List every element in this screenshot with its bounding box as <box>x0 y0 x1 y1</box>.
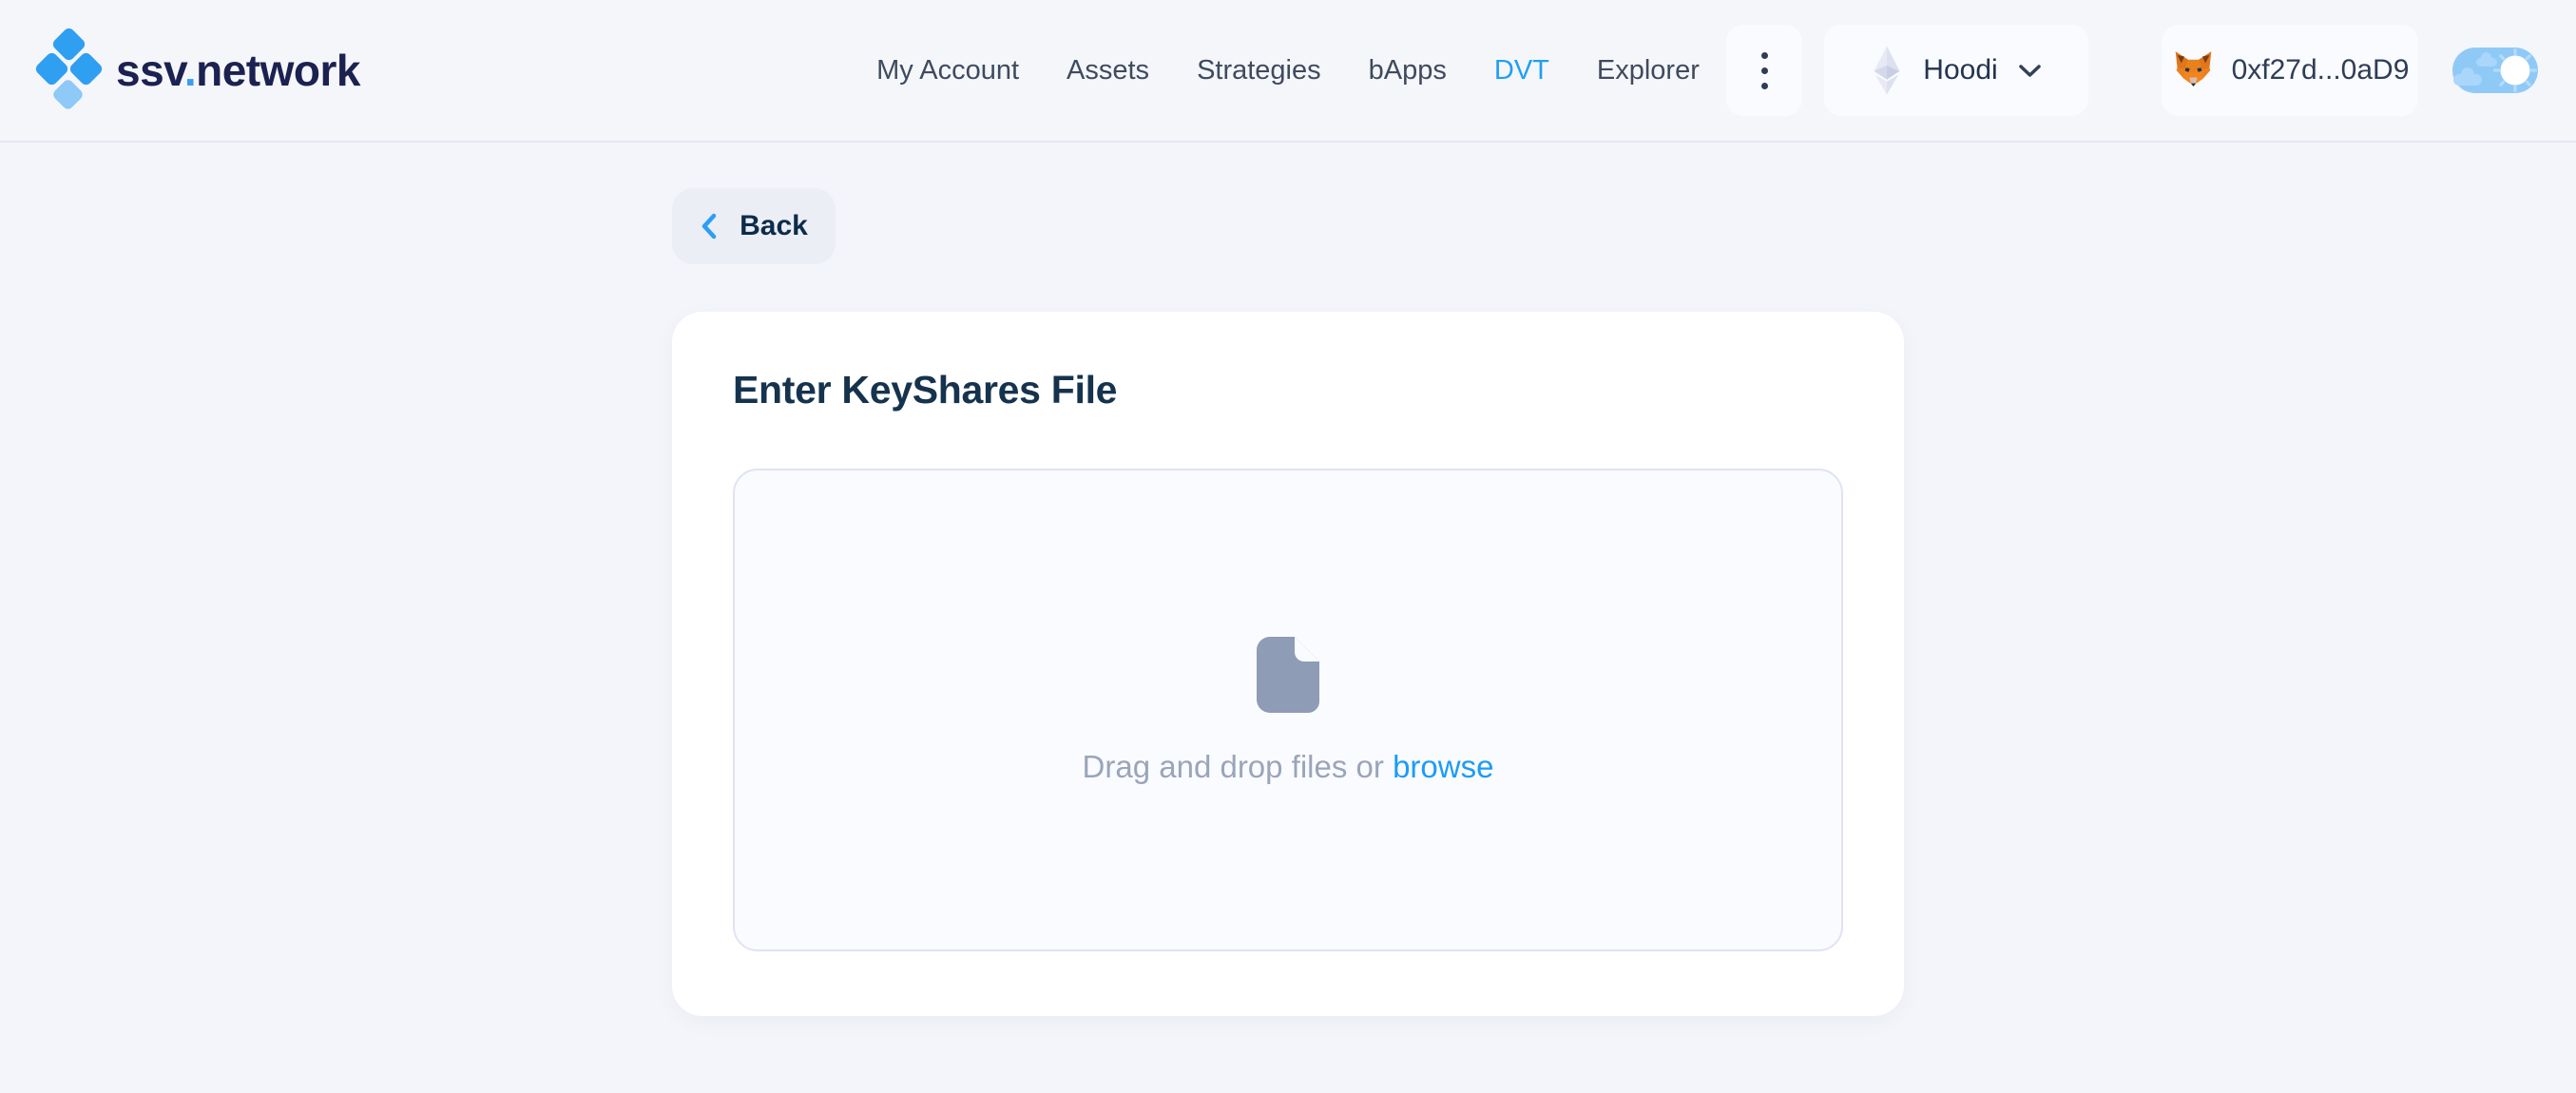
ssv-network-logo[interactable]: ssv.network <box>38 29 360 111</box>
back-button-label: Back <box>740 210 808 242</box>
logo-text: ssv.network <box>116 45 360 96</box>
dropzone-hint: Drag and drop files or browse <box>1083 749 1494 785</box>
network-selector[interactable]: Hoodi <box>1824 25 2088 116</box>
nav-item-assets[interactable]: Assets <box>1067 55 1149 86</box>
nav-item-bapps[interactable]: bApps <box>1369 55 1447 86</box>
nav-item-strategies[interactable]: Strategies <box>1197 55 1321 86</box>
card-title: Enter KeyShares File <box>733 367 1843 412</box>
sun-icon <box>2493 48 2537 92</box>
back-button[interactable]: Back <box>672 188 836 264</box>
browse-link[interactable]: browse <box>1393 749 1493 784</box>
chevron-left-icon <box>700 212 719 240</box>
nav-item-dvt[interactable]: DVT <box>1494 55 1549 86</box>
more-menu-button[interactable] <box>1726 25 1802 116</box>
nav-item-my-account[interactable]: My Account <box>876 55 1019 86</box>
ssv-logo-icon <box>38 29 101 111</box>
wallet-address-button[interactable]: 0xf27d...0aD9 <box>2162 25 2418 116</box>
nav-item-explorer[interactable]: Explorer <box>1597 55 1700 86</box>
metamask-fox-icon <box>2171 49 2216 92</box>
ethereum-icon <box>1870 43 1904 98</box>
header-controls: Hoodi 0xf27d...0aD9 <box>1726 25 2538 116</box>
file-dropzone[interactable]: Drag and drop files or browse <box>733 469 1843 951</box>
wallet-address: 0xf27d...0aD9 <box>2232 54 2410 86</box>
main-nav: My Account Assets Strategies bApps DVT E… <box>876 55 1700 86</box>
network-label: Hoodi <box>1923 54 1997 86</box>
top-nav-bar: ssv.network My Account Assets Strategies… <box>0 0 2576 143</box>
kebab-menu-icon <box>1761 52 1768 89</box>
theme-toggle[interactable] <box>2452 48 2538 93</box>
main-content: Back Enter KeyShares File Drag and drop … <box>672 188 1904 1016</box>
chevron-down-icon <box>2017 63 2043 79</box>
file-icon <box>1255 635 1321 715</box>
cloud-icon <box>2453 74 2482 86</box>
keyshares-card: Enter KeyShares File Drag and drop files… <box>672 312 1904 1016</box>
